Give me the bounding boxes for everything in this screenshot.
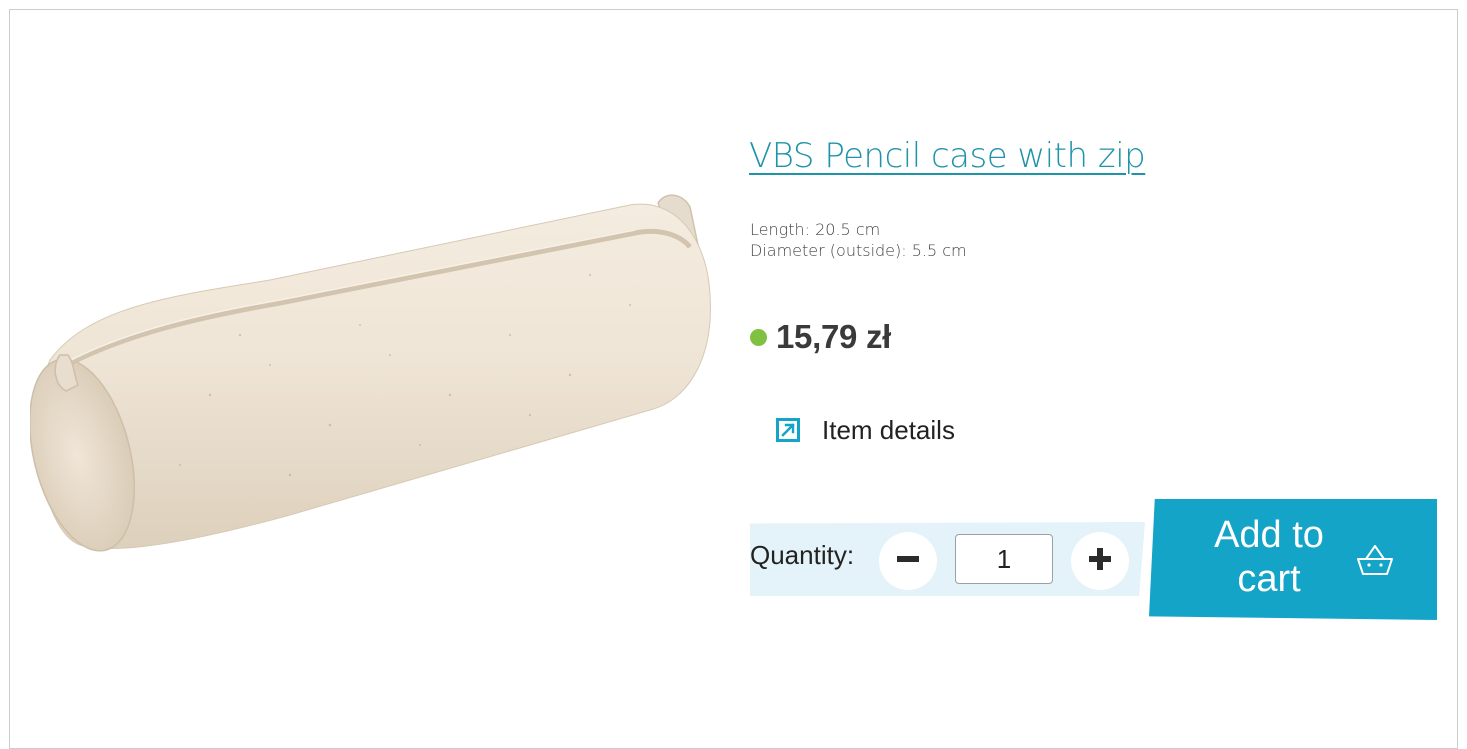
plus-icon [1088,547,1112,576]
item-details-label: Item details [822,414,955,445]
item-details-link[interactable]: Item details [776,412,955,448]
price-row: 15,79 zł [750,314,891,360]
product-specs: Length: 20.5 cm Diameter (outside): 5.5 … [750,219,967,261]
add-to-cart-label: Add to cart [1214,514,1324,600]
quantity-input[interactable] [955,534,1053,584]
basket-icon [1354,543,1396,579]
spec-diameter: Diameter (outside): 5.5 cm [750,241,967,260]
stock-status-dot [750,328,767,346]
external-link-icon [776,418,800,442]
add-to-cart-button[interactable]: Add to cart [1149,499,1437,620]
quantity-decrease-button[interactable] [879,532,937,590]
quantity-increase-button[interactable] [1071,532,1129,590]
product-image[interactable] [30,185,720,595]
product-title-link[interactable]: VBS Pencil case with zip [749,136,1146,176]
quantity-label: Quantity: [750,540,855,570]
spec-length: Length: 20.5 cm [750,220,881,239]
minus-icon [896,547,920,576]
product-price: 15,79 zł [776,318,892,355]
